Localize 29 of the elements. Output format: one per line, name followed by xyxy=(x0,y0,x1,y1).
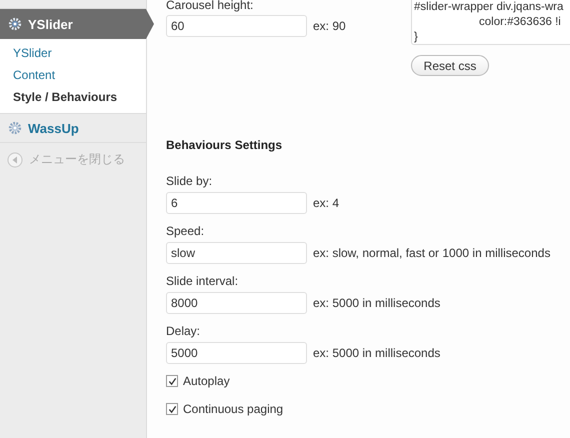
css-code-area[interactable]: #slider-wrapper div.jqans-wra color:#363636 !i } xyxy=(411,0,570,45)
input-field[interactable]: 8000 xyxy=(166,292,307,314)
hint-text: ex: 5000 in milliseconds xyxy=(313,296,440,310)
checkbox-label: Continuous paging xyxy=(183,402,284,416)
input-field[interactable]: 6 xyxy=(166,192,307,214)
hint-text: ex: 90 xyxy=(313,19,346,33)
checkbox-label: Autoplay xyxy=(183,374,230,388)
field-label: Delay: xyxy=(166,324,202,338)
gear-icon xyxy=(8,17,22,31)
submenu-item[interactable]: Content xyxy=(0,65,146,87)
hint-text: ex: 5000 in milliseconds xyxy=(313,346,440,360)
checkbox[interactable] xyxy=(166,403,178,415)
field-label: Speed: xyxy=(166,224,206,238)
hint-text: ex: 4 xyxy=(313,196,340,210)
input-field[interactable]: 5000 xyxy=(166,342,307,364)
input-field[interactable]: slow xyxy=(166,242,307,264)
menu-item[interactable]: WassUp xyxy=(0,114,146,143)
menu-item[interactable]: YSlider xyxy=(0,9,154,39)
reset-css-button[interactable]: Reset css xyxy=(411,55,489,76)
submenu-item[interactable]: Style / Behaviours xyxy=(0,87,146,109)
gear-icon xyxy=(8,121,22,135)
field-label: Slide by: xyxy=(166,174,214,188)
submenu-item[interactable]: YSlider xyxy=(0,43,146,65)
hint-text: ex: slow, normal, fast or 1000 in milliseconds xyxy=(313,246,550,260)
checkbox[interactable] xyxy=(166,375,178,387)
field-label: Slide interval: xyxy=(166,274,240,288)
field-label: Carousel height: xyxy=(166,0,254,11)
input-field[interactable]: 60 xyxy=(166,15,307,37)
section-heading: Behaviours Settings xyxy=(166,138,284,152)
